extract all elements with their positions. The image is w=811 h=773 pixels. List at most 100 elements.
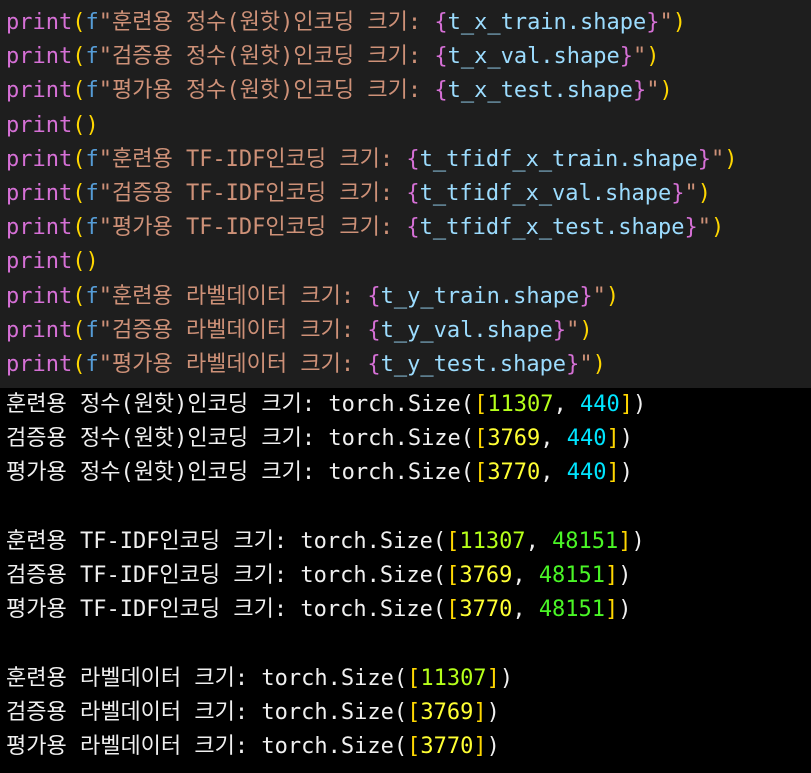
- close-brace: }: [697, 146, 712, 172]
- close-bracket: ]: [605, 597, 619, 623]
- close-brace: }: [552, 317, 567, 343]
- output-label: 검증용 정수(원핫)인코딩 크기: torch.Size(: [6, 426, 475, 452]
- print-keyword: print: [6, 351, 73, 377]
- close-brace: }: [619, 44, 634, 70]
- close-paren: ): [486, 733, 500, 759]
- closing-quote: ": [711, 146, 725, 172]
- closing-quote: ": [684, 180, 698, 206]
- separator: ,: [540, 460, 567, 486]
- separator: ,: [540, 426, 567, 452]
- code-line[interactable]: print(f"검증용 라벨데이터 크기: {t_y_val.shape}"): [6, 314, 811, 348]
- dimension-value: 440: [566, 460, 607, 486]
- closing-quote: ": [659, 10, 673, 35]
- string-literal: "검증용 라벨데이터 크기:: [98, 317, 368, 343]
- output-label: 평가용 라벨데이터 크기: torch.Size(: [6, 733, 408, 759]
- open-paren: (: [72, 317, 86, 343]
- closing-quote: ": [579, 351, 593, 377]
- close-paren: ): [619, 460, 634, 486]
- separator: ,: [512, 597, 539, 623]
- dimension-value: 3769: [420, 699, 474, 725]
- open-bracket: [: [474, 392, 488, 417]
- open-paren: (: [72, 10, 86, 35]
- output-line: 훈련용 라벨데이터 크기: torch.Size([11307]): [6, 662, 811, 696]
- output-line: 평가용 라벨데이터 크기: torch.Size([3770]): [6, 730, 811, 764]
- output-line: 검증용 라벨데이터 크기: torch.Size([3769]): [6, 696, 811, 730]
- format-expression: t_tfidf_x_train.shape: [419, 146, 698, 172]
- close-paren: ): [85, 112, 99, 138]
- output-label: 검증용 TF-IDF인코딩 크기: torch.Size(: [6, 562, 447, 588]
- open-paren: (: [72, 215, 86, 241]
- close-paren: ): [619, 426, 634, 452]
- close-bracket: ]: [606, 460, 620, 486]
- closing-quote: ": [646, 78, 660, 104]
- separator: ,: [512, 562, 539, 588]
- close-paren: ): [672, 10, 687, 35]
- close-bracket: ]: [606, 426, 620, 452]
- close-paren: ): [631, 528, 645, 554]
- close-brace: }: [671, 180, 685, 206]
- code-editor[interactable]: print(f"훈련용 정수(원핫)인코딩 크기: {t_x_train.sha…: [0, 0, 811, 388]
- open-bracket: [: [407, 733, 421, 759]
- fstring-prefix: f: [85, 215, 99, 241]
- dimension-value: 3769: [487, 426, 541, 452]
- output-label: 검증용 라벨데이터 크기: torch.Size(: [6, 699, 408, 725]
- fstring-prefix: f: [85, 146, 99, 172]
- close-paren: ): [697, 180, 712, 206]
- string-literal: "훈련용 라벨데이터 크기:: [98, 283, 368, 309]
- open-brace: {: [367, 317, 381, 343]
- format-expression: t_tfidf_x_val.shape: [419, 180, 672, 206]
- open-bracket: [: [446, 562, 460, 588]
- code-line[interactable]: print(f"검증용 TF-IDF인코딩 크기: {t_tfidf_x_val…: [6, 177, 811, 211]
- code-line[interactable]: print(f"훈련용 정수(원핫)인코딩 크기: {t_x_train.sha…: [6, 6, 811, 40]
- string-literal: "훈련용 TF-IDF인코딩 크기:: [98, 146, 407, 172]
- dimension-value: 3769: [459, 562, 513, 588]
- code-line[interactable]: print(f"훈련용 TF-IDF인코딩 크기: {t_tfidf_x_tra…: [6, 143, 811, 177]
- close-bracket: ]: [618, 528, 632, 554]
- open-brace: {: [406, 215, 420, 241]
- code-line[interactable]: print(f"평가용 정수(원핫)인코딩 크기: {t_x_test.shap…: [6, 74, 811, 108]
- open-brace: {: [367, 351, 381, 377]
- code-line[interactable]: print(f"평가용 라벨데이터 크기: {t_y_test.shape}"): [6, 348, 811, 382]
- close-paren: ): [85, 249, 99, 275]
- code-line[interactable]: print(f"검증용 정수(원핫)인코딩 크기: {t_x_val.shape…: [6, 40, 811, 74]
- dimension-value: 48151: [552, 528, 619, 554]
- close-paren: ): [659, 78, 673, 104]
- open-bracket: [: [474, 426, 488, 452]
- close-paren: ): [724, 146, 738, 172]
- print-keyword: print: [6, 112, 73, 138]
- format-expression: t_y_val.shape: [380, 317, 553, 343]
- dimension-value: 440: [580, 392, 620, 417]
- open-bracket: [: [407, 665, 421, 691]
- output-line: 훈련용 TF-IDF인코딩 크기: torch.Size([11307, 481…: [6, 525, 811, 559]
- separator: ,: [553, 392, 581, 417]
- string-literal: "훈련용 정수(원핫)인코딩 크기:: [98, 10, 435, 35]
- print-keyword: print: [6, 317, 73, 343]
- fstring-prefix: f: [85, 351, 99, 377]
- output-label: 평가용 TF-IDF인코딩 크기: torch.Size(: [6, 597, 447, 623]
- output-panel: 훈련용 정수(원핫)인코딩 크기: torch.Size([11307, 440…: [0, 388, 811, 765]
- open-paren: (: [72, 146, 86, 172]
- string-literal: "평가용 라벨데이터 크기:: [98, 351, 368, 377]
- closing-quote: ": [633, 44, 647, 70]
- close-brace: }: [646, 10, 660, 35]
- open-paren: (: [72, 78, 86, 104]
- close-paren: ): [633, 392, 647, 417]
- close-paren: ): [499, 665, 514, 691]
- code-line[interactable]: print(): [6, 245, 811, 279]
- format-expression: t_x_val.shape: [447, 44, 620, 70]
- print-keyword: print: [6, 215, 73, 241]
- code-line[interactable]: print(): [6, 109, 811, 143]
- code-line[interactable]: print(f"훈련용 라벨데이터 크기: {t_y_train.shape}"…: [6, 280, 811, 314]
- close-bracket: ]: [605, 562, 619, 588]
- closing-quote: ": [697, 215, 712, 241]
- code-line[interactable]: print(f"평가용 TF-IDF인코딩 크기: {t_tfidf_x_tes…: [6, 211, 811, 245]
- close-paren: ): [592, 351, 606, 377]
- fstring-prefix: f: [85, 180, 99, 206]
- close-bracket: ]: [473, 733, 487, 759]
- output-line: 검증용 정수(원핫)인코딩 크기: torch.Size([3769, 440]…: [6, 422, 811, 456]
- output-label: 훈련용 TF-IDF인코딩 크기: torch.Size(: [6, 528, 447, 554]
- close-brace: }: [684, 215, 698, 241]
- dimension-value: 48151: [538, 562, 606, 588]
